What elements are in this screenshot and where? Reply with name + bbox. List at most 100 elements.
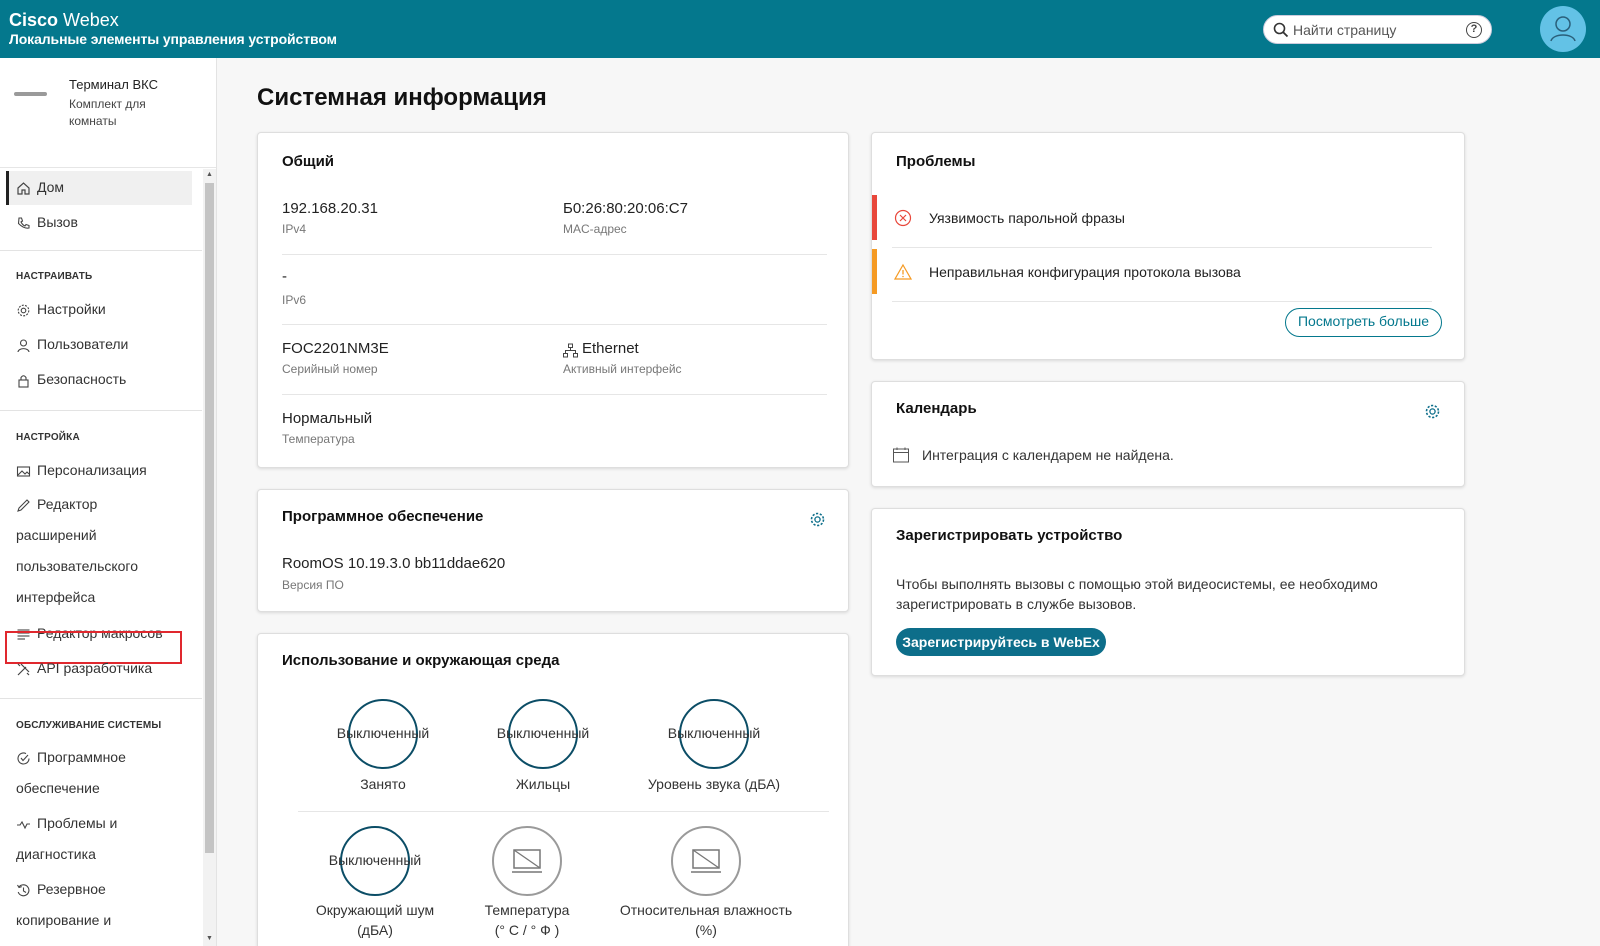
- home-icon: [17, 182, 30, 195]
- mac-label: MAC-адрес: [563, 222, 627, 236]
- sidebar-item-issues-diagnostics[interactable]: Проблемы и диагностика: [16, 808, 196, 870]
- metric-label-line: Температура: [484, 902, 570, 918]
- sidebar-item-security[interactable]: Безопасность: [6, 363, 192, 397]
- register-webex-button[interactable]: Зарегистрируйтесь в WebEx: [896, 628, 1106, 656]
- issue-item[interactable]: Неправильная конфигурация протокола вызо…: [872, 249, 1452, 297]
- severity-stripe: [872, 249, 877, 294]
- sidebar-item-label: API разработчика: [37, 660, 153, 676]
- sidebar-item-label: расширений: [16, 527, 97, 543]
- software-icon: [17, 752, 30, 765]
- issues-card: Проблемы Уязвимость парольной фразы Непр…: [871, 132, 1465, 360]
- ring-status: Выключенный: [496, 725, 590, 741]
- error-circle-icon: [894, 209, 912, 227]
- sidebar-item-settings[interactable]: Настройки: [6, 293, 192, 327]
- sidebar-item-users[interactable]: Пользователи: [6, 328, 192, 362]
- mac-value: Б0:26:80:20:06:C7: [563, 200, 688, 217]
- brand-logo: Cisco Webex: [9, 10, 119, 30]
- search-icon: [1273, 22, 1289, 38]
- ring-status: Выключенный: [336, 725, 430, 741]
- card-title: Общий: [282, 153, 335, 170]
- ipv4-value: 192.168.20.31: [282, 200, 378, 217]
- scroll-up-arrow-icon[interactable]: ▲: [205, 171, 214, 179]
- scroll-down-arrow-icon[interactable]: ▼: [205, 935, 214, 943]
- divider: [892, 301, 1432, 302]
- metric-label-line: (%): [695, 922, 717, 938]
- interface-value: Ethernet: [582, 340, 639, 357]
- card-title: Календарь: [896, 400, 977, 417]
- sidebar-item-label: Настройки: [37, 301, 106, 317]
- sidebar-item-label: Безопасность: [37, 371, 127, 387]
- sidebar-item-label: копирование и: [16, 912, 112, 928]
- tools-icon: [17, 663, 30, 676]
- divider: [0, 250, 202, 251]
- sidebar-item-label: Пользователи: [37, 336, 129, 352]
- gear-icon[interactable]: [809, 511, 826, 528]
- divider: [282, 324, 827, 325]
- ipv6-value: -: [282, 268, 287, 285]
- user-avatar-icon: [1550, 16, 1576, 42]
- phone-icon: [17, 217, 30, 229]
- serial-label: Серийный номер: [282, 362, 378, 376]
- gear-icon: [17, 304, 30, 317]
- divider: [282, 254, 827, 255]
- sidebar-item-home[interactable]: Дом: [6, 171, 192, 205]
- search-box[interactable]: Найти страницу ?: [1263, 15, 1492, 44]
- issue-item[interactable]: Уязвимость парольной фразы: [872, 195, 1452, 243]
- sensor-unavailable-icon: [512, 849, 542, 873]
- temperature-label: Температура: [282, 432, 355, 446]
- calendar-message: Интеграция с календарем не найдена.: [922, 447, 1174, 463]
- sidebar-item-label: Резервное: [37, 881, 106, 897]
- device-name: Терминал ВКС: [69, 77, 158, 92]
- help-icon[interactable]: ?: [1466, 22, 1482, 38]
- gear-icon[interactable]: [1424, 403, 1441, 420]
- sidebar-item-label: Вызов: [37, 214, 78, 230]
- metric-label: Окружающий шум (дБА): [298, 900, 452, 940]
- sidebar-scrollbar-thumb[interactable]: [205, 183, 214, 853]
- general-card: Общий 192.168.20.31 IPv4 Б0:26:80:20:06:…: [257, 132, 849, 468]
- sidebar: Терминал ВКС Комплект для комнаты Дом Вы…: [0, 58, 217, 946]
- view-more-button[interactable]: Посмотреть больше: [1285, 308, 1442, 337]
- issue-label: Неправильная конфигурация протокола вызо…: [929, 264, 1241, 280]
- metric-label-line: (дБА): [357, 922, 393, 938]
- metric-label: Уровень звука (дБА): [647, 776, 781, 792]
- lock-icon: [18, 375, 29, 388]
- usage-environment-card: Использование и окружающая среда Выключе…: [257, 633, 849, 946]
- sidebar-item-label: пользовательского: [16, 558, 139, 574]
- sidebar-item-personalization[interactable]: Персонализация: [6, 454, 192, 488]
- register-device-card: Зарегистрировать устройство Чтобы выполн…: [871, 508, 1465, 676]
- section-maintenance: ОБСЛУЖИВАНИЕ СИСТЕМЫ: [16, 720, 162, 731]
- top-bar: Cisco Webex Локальные элементы управлени…: [0, 0, 1600, 58]
- sidebar-item-label: Редактор: [37, 496, 98, 512]
- metric-label: Жильцы: [515, 776, 571, 792]
- warning-triangle-icon: [894, 263, 912, 280]
- sidebar-item-label: обеспечение: [16, 780, 100, 796]
- temperature-ring: [492, 826, 562, 896]
- user-icon: [17, 339, 30, 353]
- sidebar-item-ui-extensions-editor[interactable]: Редактор расширений пользовательского ин…: [16, 489, 196, 613]
- divider: [0, 410, 202, 411]
- ipv4-label: IPv4: [282, 222, 307, 236]
- avatar[interactable]: [1540, 6, 1586, 52]
- serial-value: FOC2201NM3E: [282, 340, 389, 357]
- metric-label-line: Относительная влажность: [619, 902, 793, 918]
- sidebar-item-label: Проблемы и: [37, 815, 118, 831]
- register-text-line: зарегистрировать в службе вызовов.: [896, 596, 1137, 612]
- sidebar-item-call[interactable]: Вызов: [6, 206, 192, 240]
- sidebar-item-label: диагностика: [16, 846, 96, 862]
- ipv6-label: IPv6: [282, 293, 307, 307]
- issue-label: Уязвимость парольной фразы: [929, 210, 1125, 226]
- sidebar-item-software[interactable]: Программное обеспечение: [16, 742, 196, 804]
- sidebar-item-developer-api[interactable]: API разработчика: [6, 652, 192, 686]
- restore-icon: [17, 884, 30, 897]
- card-title: Зарегистрировать устройство: [896, 527, 1123, 544]
- metric-label: Относительная влажность (%): [601, 900, 811, 940]
- search-input[interactable]: Найти страницу: [1293, 22, 1396, 38]
- brand-cisco: Cisco: [9, 10, 59, 30]
- ring-status: Выключенный: [667, 725, 761, 741]
- sidebar-item-backup-restore[interactable]: Резервное копирование и: [16, 874, 196, 936]
- divider: [298, 811, 829, 812]
- pulse-icon: [17, 820, 30, 830]
- brand-webex: Webex: [63, 10, 119, 30]
- sidebar-item-label: интерфейса: [16, 589, 96, 605]
- humidity-ring: [671, 826, 741, 896]
